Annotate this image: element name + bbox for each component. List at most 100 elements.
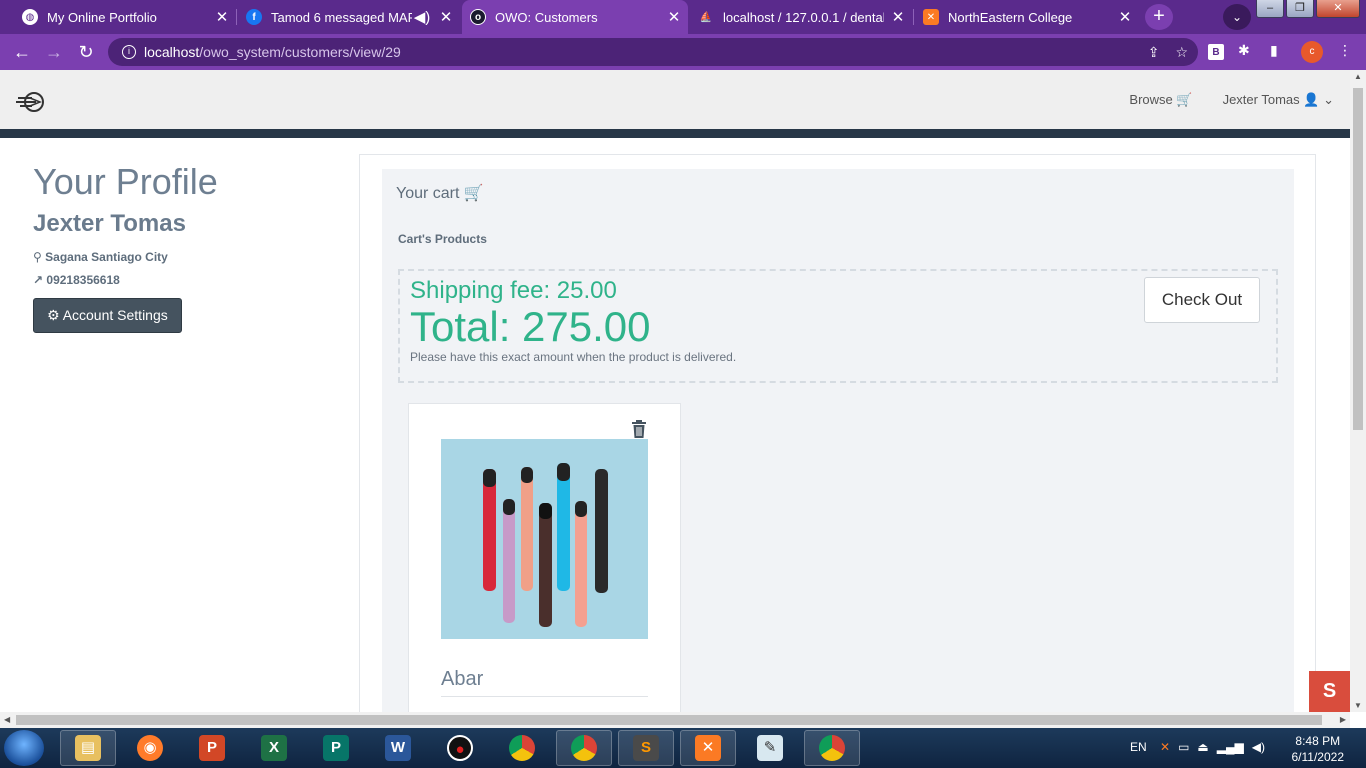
- maximize-button[interactable]: ❐: [1286, 0, 1314, 18]
- clock-time: 8:48 PM: [1295, 734, 1341, 748]
- forward-button[interactable]: →: [38, 42, 70, 63]
- taskbar-excel[interactable]: X: [246, 730, 302, 766]
- taskbar-chrome-2[interactable]: [804, 730, 860, 766]
- xampp-icon: ✕: [695, 735, 721, 761]
- publisher-icon: P: [323, 735, 349, 761]
- taskbar-file-explorer[interactable]: ▤: [60, 730, 116, 766]
- product-image: [441, 439, 648, 639]
- extension-b-icon[interactable]: B: [1208, 44, 1224, 60]
- floating-helper-icon[interactable]: S: [1309, 671, 1350, 712]
- volume-icon[interactable]: ◀): [1252, 740, 1265, 754]
- taskbar-chrome[interactable]: [494, 730, 550, 766]
- windows-taskbar: ▤ ◉ P X P W ● S ✕ ✎ EN ✕ ▭ ⏏ ▂▄▆ ◀) 8:48…: [0, 728, 1366, 768]
- close-icon[interactable]: ✕: [208, 8, 236, 26]
- taskbar-chrome-profile[interactable]: [556, 730, 612, 766]
- chrome-icon: [509, 735, 535, 761]
- scroll-thumb[interactable]: [1353, 88, 1363, 430]
- user-menu[interactable]: Jexter Tomas 👤 ⌄: [1223, 92, 1334, 108]
- trash-icon[interactable]: [631, 420, 647, 438]
- share-icon[interactable]: ⇪: [1148, 44, 1160, 61]
- close-icon[interactable]: ✕: [660, 8, 688, 26]
- display-icon[interactable]: ▭: [1178, 740, 1189, 754]
- customer-name: Jexter Tomas: [33, 210, 186, 237]
- tab-title: NorthEastern College: [948, 9, 1073, 25]
- globe-icon: ◍: [22, 9, 38, 25]
- close-icon[interactable]: ✕: [432, 8, 460, 26]
- xampp-tray-icon[interactable]: ✕: [1160, 740, 1170, 754]
- cart-title: Your cart 🛒: [396, 185, 484, 202]
- cart-panel: Your cart 🛒 Cart's Products Shipping fee…: [382, 169, 1294, 712]
- close-icon[interactable]: ✕: [1111, 8, 1139, 26]
- tab-title: My Online Portfolio: [47, 9, 157, 25]
- language-indicator[interactable]: EN: [1130, 740, 1147, 754]
- bookmark-star-icon[interactable]: ☆: [1175, 44, 1188, 61]
- tab-phpmyadmin[interactable]: ⛵ localhost / 127.0.0.1 / dental_a ✕: [690, 0, 912, 34]
- record-icon: ●: [447, 735, 473, 761]
- shipping-fee: Shipping fee: 25.00: [410, 277, 617, 304]
- minimize-button[interactable]: –: [1256, 0, 1284, 18]
- tab-title: localhost / 127.0.0.1 / dental_a: [723, 9, 884, 25]
- tab-northeastern-college[interactable]: ✕ NorthEastern College ✕: [915, 0, 1139, 34]
- horizontal-scrollbar[interactable]: ◀ ▶: [0, 712, 1350, 728]
- usb-icon[interactable]: ⏏: [1197, 740, 1208, 754]
- address-bar[interactable]: i localhost/owo_system/customers/view/29…: [108, 38, 1198, 66]
- sublime-text-icon: S: [633, 735, 659, 761]
- close-icon[interactable]: ✕: [884, 8, 912, 26]
- vertical-scrollbar[interactable]: ▲ ▼: [1350, 70, 1366, 712]
- order-total: Total: 275.00: [410, 303, 651, 350]
- taskbar-recorder[interactable]: ●: [432, 730, 488, 766]
- close-window-button[interactable]: ✕: [1316, 0, 1360, 18]
- tab-owo-customers[interactable]: o OWO: Customers ✕: [462, 0, 688, 34]
- puzzle-extensions-icon[interactable]: ✱: [1238, 42, 1250, 62]
- cart-panel-container: Your cart 🛒 Cart's Products Shipping fee…: [359, 154, 1316, 712]
- clock[interactable]: 8:48 PM 6/11/2022: [1292, 733, 1345, 765]
- taskbar-publisher[interactable]: P: [308, 730, 364, 766]
- cart-products-label: Cart's Products: [398, 232, 487, 246]
- product-name[interactable]: Abar: [441, 668, 483, 691]
- navbar-stripe: [0, 129, 1350, 138]
- chrome-icon: [571, 735, 597, 761]
- phone-line: ↗ 09218356618: [33, 273, 120, 287]
- new-tab-button[interactable]: +: [1145, 4, 1173, 30]
- paint-palette-icon: ✎: [757, 735, 783, 761]
- reload-button[interactable]: ↻: [70, 42, 102, 63]
- signal-icon[interactable]: ▂▄▆: [1217, 740, 1244, 754]
- account-settings-button[interactable]: ⚙ Account Settings: [33, 298, 182, 333]
- start-button[interactable]: [4, 730, 44, 766]
- browser-toolbar: ← → ↻ i localhost/owo_system/customers/v…: [0, 34, 1366, 70]
- site-logo-icon[interactable]: [14, 90, 46, 114]
- speaker-icon[interactable]: ◀): [412, 8, 432, 26]
- tab-facebook-messages[interactable]: f Tamod 6 messaged MARI ◀) ✕: [238, 0, 460, 34]
- browse-link[interactable]: Browse 🛒: [1129, 92, 1192, 108]
- cart-icon: 🛒: [1176, 92, 1193, 107]
- taskbar-word[interactable]: W: [370, 730, 426, 766]
- taskbar-firefox[interactable]: ◉: [122, 730, 178, 766]
- folder-icon: ▤: [75, 735, 101, 761]
- map-marker-icon: ⚲: [33, 250, 42, 264]
- url-path: /owo_system/customers/view/29: [199, 44, 401, 60]
- facebook-icon: f: [246, 9, 262, 25]
- tab-my-online-portfolio[interactable]: ◍ My Online Portfolio ✕: [0, 0, 236, 34]
- back-button[interactable]: ←: [6, 42, 38, 63]
- window-controls: – ❐ ✕: [1254, 0, 1360, 18]
- site-navbar: Browse 🛒 Jexter Tomas 👤 ⌄: [0, 70, 1350, 129]
- taskbar-sublime[interactable]: S: [618, 730, 674, 766]
- word-icon: W: [385, 735, 411, 761]
- site-info-icon[interactable]: i: [122, 45, 136, 59]
- browser-tab-strip: ◍ My Online Portfolio ✕ f Tamod 6 messag…: [0, 0, 1366, 34]
- menu-dots-icon[interactable]: ⋮: [1338, 42, 1352, 62]
- gear-icon: ⚙: [47, 307, 60, 323]
- side-panel-icon[interactable]: ▮: [1270, 42, 1278, 62]
- tab-title: Tamod 6 messaged MARI: [271, 9, 412, 25]
- taskbar-powerpoint[interactable]: P: [184, 730, 240, 766]
- chevron-down-icon: ⌄: [1323, 92, 1334, 107]
- check-out-button[interactable]: Check Out: [1144, 277, 1260, 323]
- taskbar-paint[interactable]: ✎: [742, 730, 798, 766]
- user-icon: 👤: [1303, 92, 1320, 107]
- profile-avatar[interactable]: c: [1301, 41, 1323, 63]
- url-host: localhost: [144, 44, 200, 60]
- scroll-thumb[interactable]: [16, 715, 1322, 725]
- tab-search-button[interactable]: ⌄: [1223, 4, 1251, 30]
- phpmyadmin-icon: ⛵: [699, 11, 713, 23]
- taskbar-xampp[interactable]: ✕: [680, 730, 736, 766]
